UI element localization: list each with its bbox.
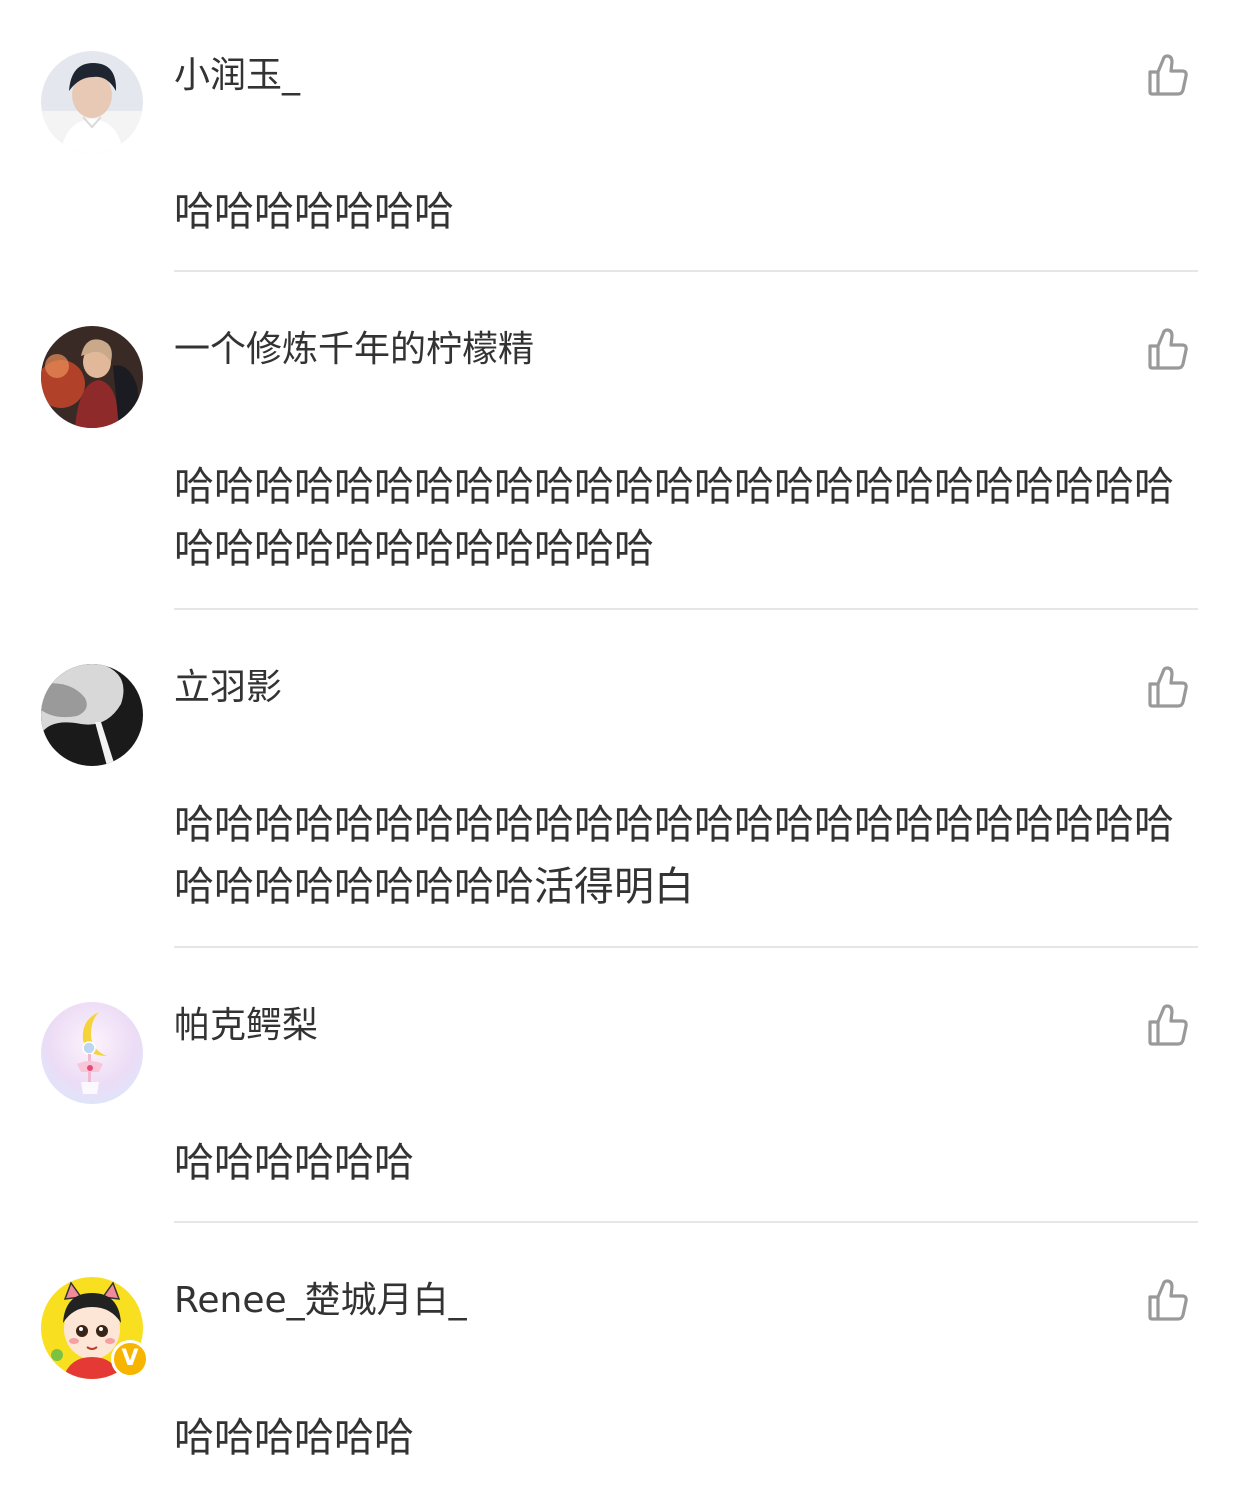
avatar[interactable] (41, 664, 143, 766)
username[interactable]: Renee_楚城月白_ (174, 1277, 467, 1325)
thumbs-up-outline-icon[interactable] (1142, 1277, 1188, 1323)
verified-badge: V (111, 1340, 149, 1378)
divider (174, 608, 1198, 610)
divider (174, 270, 1198, 272)
username[interactable]: 一个修炼千年的柠檬精 (174, 326, 534, 374)
avatar[interactable] (41, 326, 143, 428)
thumbs-up-outline-icon[interactable] (1142, 326, 1188, 372)
comment-text: 哈哈哈哈哈哈 (174, 1140, 414, 1186)
divider (174, 946, 1198, 948)
username[interactable]: 小润玉_ (174, 52, 300, 100)
avatar[interactable] (41, 1002, 143, 1104)
thumbs-up-outline-icon[interactable] (1142, 664, 1188, 710)
thumbs-up-outline-icon[interactable] (1142, 1002, 1188, 1048)
username[interactable]: 帕克鳄梨 (174, 1002, 318, 1050)
thumbs-up-outline-icon[interactable] (1142, 52, 1188, 98)
comment-text: 哈哈哈哈哈哈哈哈哈哈哈哈哈哈哈哈哈哈哈哈哈哈哈哈哈哈哈哈哈哈哈哈哈哈哈哈哈 (174, 464, 1174, 572)
comment-text: 哈哈哈哈哈哈哈 (174, 189, 454, 235)
comment-text: 哈哈哈哈哈哈哈哈哈哈哈哈哈哈哈哈哈哈哈哈哈哈哈哈哈哈哈哈哈哈哈哈哈哈活得明白 (174, 802, 1174, 910)
username[interactable]: 立羽影 (174, 664, 282, 712)
comment-text: 哈哈哈哈哈哈 (174, 1415, 414, 1461)
divider (174, 1221, 1198, 1223)
avatar[interactable] (41, 51, 143, 153)
